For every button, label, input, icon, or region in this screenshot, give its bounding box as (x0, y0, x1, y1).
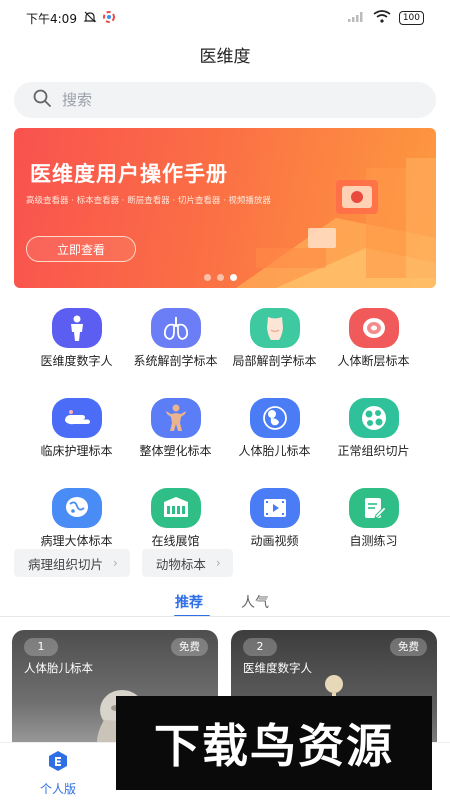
status-time: 下午4:09 (26, 11, 77, 26)
category-label: 局部解剖学标本 (232, 354, 317, 368)
category-label: 人体断层标本 (337, 354, 410, 368)
category-plastination[interactable]: 整体塑化标本 (126, 398, 225, 480)
category-label: 医维度数字人 (40, 354, 113, 368)
signal-icon (347, 11, 365, 26)
more-categories: 病理组织切片 › 动物标本 › (14, 549, 233, 577)
banner-illustration (236, 158, 436, 288)
tab-recommended[interactable]: 推荐 (175, 592, 203, 612)
chevron-right-icon: › (215, 556, 221, 570)
category-tissue-slice[interactable]: 正常组织切片 (324, 398, 423, 480)
promo-banner[interactable]: 医维度用户操作手册 高级查看器 · 标本查看器 · 断层查看器 · 切片查看器 … (14, 128, 436, 288)
category-clinical-nursing[interactable]: 临床护理标本 (27, 398, 126, 480)
plastinated-body-icon (150, 398, 201, 438)
content-tabs: 推荐 人气 (0, 590, 450, 618)
category-cross-section[interactable]: 人体断层标本 (324, 308, 423, 390)
search-bar[interactable] (14, 82, 436, 118)
category-systematic-anatomy[interactable]: 系统解剖学标本 (126, 308, 225, 390)
status-bar: 下午4:09 100 (0, 0, 450, 36)
chevron-right-icon: › (113, 556, 118, 570)
quiz-icon (348, 488, 399, 528)
app-notification-icon (102, 10, 115, 26)
video-icon (249, 488, 300, 528)
category-label: 病理大体标本 (40, 534, 113, 548)
torso-icon (249, 308, 300, 348)
free-badge: 免费 (171, 638, 208, 656)
free-badge: 免费 (390, 638, 427, 656)
category-label: 动画视频 (250, 534, 299, 548)
card-title: 医维度数字人 (243, 661, 312, 675)
category-label: 系统解剖学标本 (133, 354, 218, 368)
banner-title: 医维度用户操作手册 (30, 162, 228, 186)
carousel-dots (204, 274, 237, 281)
view-now-button[interactable]: 立即查看 (26, 236, 136, 262)
pathology-icon (51, 488, 102, 528)
hand-icon (51, 398, 102, 438)
category-animation-video[interactable]: 动画视频 (225, 488, 324, 570)
category-label: 临床护理标本 (40, 444, 113, 458)
watermark-overlay: 下载鸟资源 (116, 696, 432, 790)
personal-edition-icon (46, 749, 70, 777)
cross-section-icon (348, 308, 399, 348)
fetus-icon (249, 398, 300, 438)
category-label: 自测练习 (349, 534, 398, 548)
category-self-test[interactable]: 自测练习 (324, 488, 423, 570)
banner-subtitle: 高级查看器 · 标本查看器 · 断层查看器 · 切片查看器 · 视频播放器 (26, 196, 271, 206)
battery-indicator: 100 (398, 11, 424, 25)
mute-icon (83, 10, 97, 27)
tab-popular[interactable]: 人气 (241, 592, 269, 612)
divider (0, 616, 450, 617)
rank-badge: 1 (24, 638, 58, 656)
chip-label: 动物标本 (155, 556, 206, 572)
carousel-dot[interactable] (204, 274, 211, 281)
category-label: 整体塑化标本 (139, 444, 212, 458)
search-input[interactable] (62, 91, 392, 109)
category-label: 正常组织切片 (337, 444, 410, 458)
category-fetus[interactable]: 人体胎儿标本 (225, 398, 324, 480)
nav-personal-edition[interactable]: 个人版 (30, 749, 86, 797)
carousel-dot-active[interactable] (230, 274, 237, 281)
category-regional-anatomy[interactable]: 局部解剖学标本 (225, 308, 324, 390)
wifi-icon (373, 10, 391, 26)
card-title: 人体胎儿标本 (24, 661, 93, 675)
category-label: 在线展馆 (151, 534, 200, 548)
chip-animal-specimens[interactable]: 动物标本 › (141, 549, 233, 577)
chip-label: 病理组织切片 (28, 556, 104, 572)
category-label: 人体胎儿标本 (238, 444, 311, 458)
tissue-slice-icon (348, 398, 399, 438)
museum-icon (150, 488, 201, 528)
nav-label: 个人版 (39, 782, 76, 796)
search-icon (32, 88, 52, 112)
category-grid: 医维度数字人 系统解剖学标本 局部解剖学标本 人体断层标本 临床护理标本 整体塑… (27, 308, 423, 570)
digital-human-icon (51, 308, 102, 348)
rank-badge: 2 (243, 638, 277, 656)
lungs-icon (150, 308, 201, 348)
watermark-text: 下载鸟资源 (154, 719, 394, 773)
page-title: 医维度 (199, 47, 251, 67)
carousel-dot[interactable] (217, 274, 224, 281)
category-digital-human[interactable]: 医维度数字人 (27, 308, 126, 390)
chip-pathology-slices[interactable]: 病理组织切片 › (14, 549, 130, 577)
